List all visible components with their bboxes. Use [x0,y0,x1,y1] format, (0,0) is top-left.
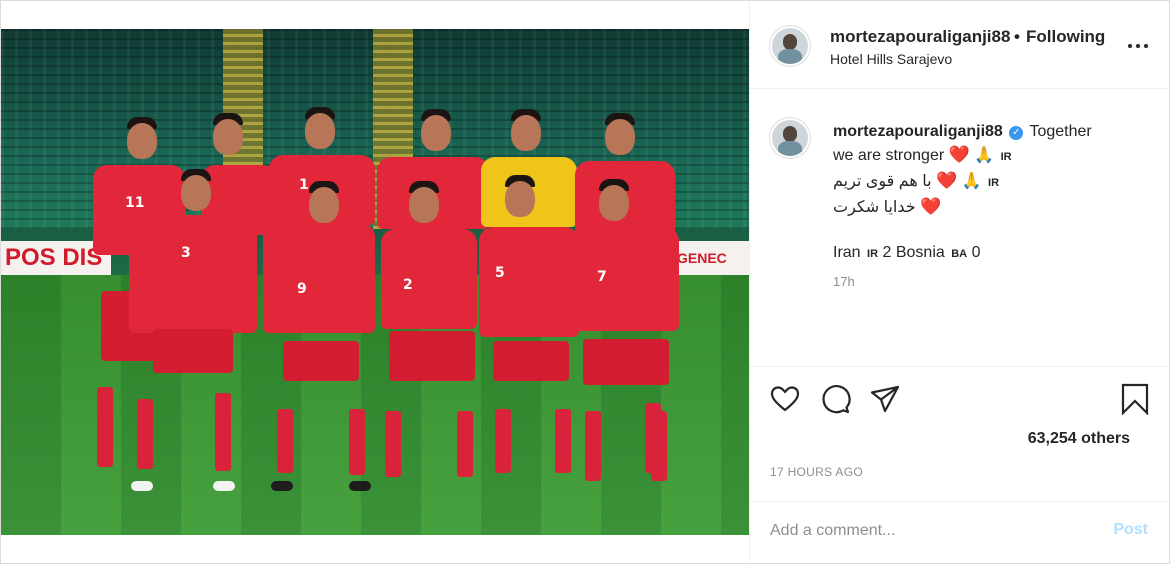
save-bookmark-icon[interactable] [1119,383,1151,416]
post-actions: 63,254 others 17 HOURS AGO [750,368,1168,500]
flag-iran: IR [1000,151,1012,163]
header-username[interactable]: mortezapouraliganji88 [830,27,1010,47]
likes-count[interactable]: 63,254 others [1028,430,1130,448]
heart-emoji: ❤️ [920,197,942,216]
jersey-number: 3 [181,245,191,261]
jersey-number: 11 [125,195,145,211]
comment-bubble-icon[interactable] [819,383,851,415]
match-score: Iran IR 2 Bosnia BA 0 [833,241,1133,266]
flag-iran: IR [867,248,879,260]
pray-emoji: 🙏 [974,147,995,164]
jersey-number: 9 [297,281,307,297]
location-link[interactable]: Hotel Hills Sarajevo [830,51,952,67]
avatar[interactable] [770,26,810,66]
caption-line-3: با هم قوی تریم [833,173,932,190]
post-caption: mortezapouraliganji88 ✓ Together we are … [750,90,1168,367]
post-timestamp[interactable]: 17 HOURS AGO [770,465,863,479]
following-button[interactable]: Following [1026,27,1105,47]
share-paper-plane-icon[interactable] [869,383,901,415]
post-comment-button[interactable]: Post [1113,521,1148,539]
caption-line-2: we are stronger [833,147,945,164]
caption-line-4: خدایا شکرت [833,199,916,216]
caption-text: mortezapouraliganji88 ✓ Together we are … [833,120,1133,266]
comment-input[interactable] [770,519,1090,543]
flag-iran: IR [988,177,1000,189]
advert-board-right: GENEC [673,241,749,275]
caption-line-1: Together [1029,123,1092,140]
flag-bosnia: BA [951,248,968,260]
jersey-number: 1 [299,177,309,193]
more-options-icon[interactable] [1126,36,1150,56]
caption-time[interactable]: 17h [833,274,855,289]
like-heart-icon[interactable] [769,383,801,415]
score-2: 0 [971,244,981,261]
heart-emoji: ❤️ [936,171,958,190]
heart-emoji: ❤️ [948,145,970,164]
verified-badge-icon: ✓ [1009,126,1024,140]
score-1: 2 [882,244,892,261]
team-2: Bosnia [895,244,945,261]
comment-bar: Post [750,501,1168,563]
jersey-number: 2 [403,277,413,293]
caption-username[interactable]: mortezapouraliganji88 [833,123,1003,140]
pray-emoji: 🙏 [961,173,982,190]
jersey-number: 5 [495,265,505,281]
caption-avatar[interactable] [770,118,810,158]
separator-dot: • [1014,27,1020,46]
team-1: Iran [833,244,861,261]
post-header: mortezapouraliganji88 • Following Hotel … [750,0,1168,89]
post-photo[interactable]: POS DIS GENEC 11 1 3 9 2 5 7 [1,29,749,535]
jersey-number: 7 [597,269,607,285]
